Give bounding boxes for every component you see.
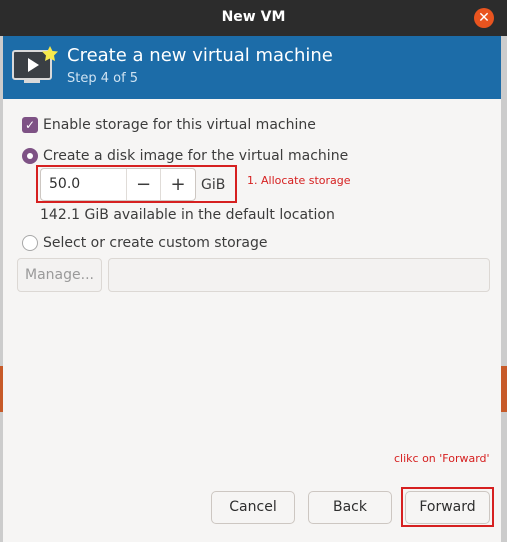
create-disk-label: Create a disk image for the virtual mach…: [43, 148, 349, 164]
enable-storage-label: Enable storage for this virtual machine: [43, 117, 316, 133]
annotation-click-forward: clikc on 'Forward': [394, 452, 490, 465]
new-vm-dialog: Create a new virtual machine Step 4 of 5…: [3, 36, 501, 542]
virtual-machine-icon: [12, 46, 58, 83]
enable-storage-checkbox[interactable]: ✓: [22, 117, 38, 133]
available-space-text: 142.1 GiB available in the default locat…: [40, 207, 335, 223]
manage-button[interactable]: Manage...: [17, 258, 102, 292]
create-disk-radio[interactable]: [22, 148, 38, 164]
wizard-step: Step 4 of 5: [67, 71, 139, 86]
storage-path-field[interactable]: [108, 258, 490, 292]
close-icon[interactable]: ✕: [474, 8, 494, 28]
allocate-highlight-box: [36, 165, 237, 203]
background-stripe-right: [500, 366, 507, 412]
custom-storage-radio[interactable]: [22, 235, 38, 251]
back-button[interactable]: Back: [308, 491, 392, 524]
create-disk-row[interactable]: Create a disk image for the virtual mach…: [22, 148, 348, 164]
forward-highlight-box: [401, 487, 494, 527]
wizard-header: Create a new virtual machine Step 4 of 5: [3, 36, 501, 99]
window-title: New VM: [221, 9, 286, 25]
cancel-button[interactable]: Cancel: [211, 491, 295, 524]
title-bar: New VM ✕: [0, 0, 507, 36]
annotation-allocate-storage: 1. Allocate storage: [247, 174, 351, 187]
custom-storage-label: Select or create custom storage: [43, 235, 268, 251]
enable-storage-row[interactable]: ✓ Enable storage for this virtual machin…: [22, 117, 316, 133]
custom-storage-row[interactable]: Select or create custom storage: [22, 235, 268, 251]
wizard-title: Create a new virtual machine: [67, 45, 333, 66]
